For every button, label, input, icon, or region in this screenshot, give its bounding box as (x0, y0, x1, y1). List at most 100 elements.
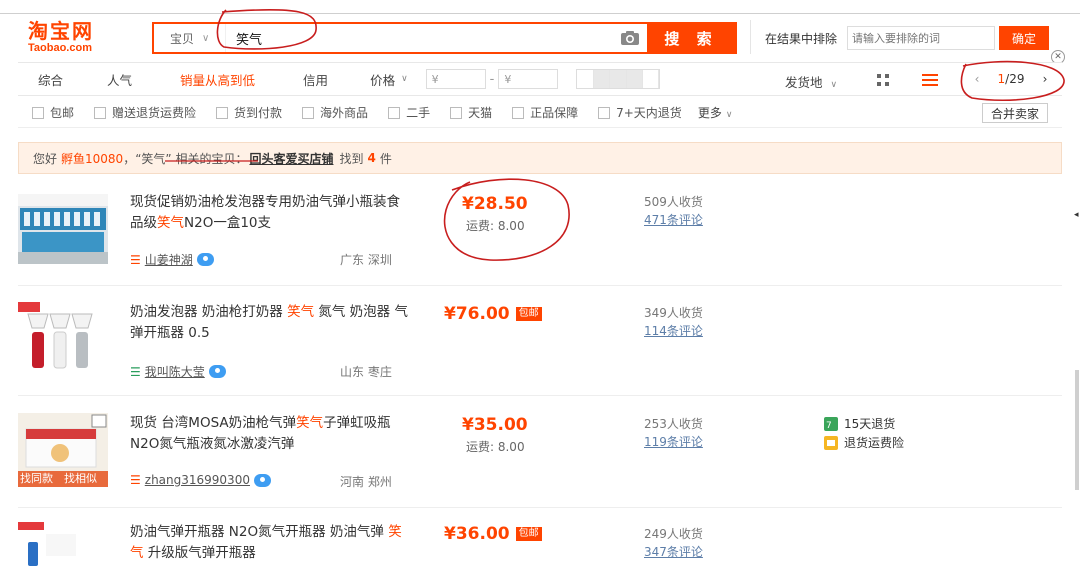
sort-price-label: 价格 (370, 72, 396, 88)
ship-from-select[interactable]: 发货地 ∨ (785, 72, 837, 91)
checkbox[interactable] (32, 106, 44, 119)
price-distribution-bar[interactable] (576, 69, 661, 89)
search-type-label: 宝贝 (170, 31, 195, 46)
filter-return-insurance[interactable]: 赠送退货运费险 (94, 104, 196, 121)
menu-icon: ☰ (130, 473, 141, 487)
comment-link[interactable]: 471条评论 (644, 211, 703, 228)
merge-sellers-button[interactable]: 合并卖家 (982, 103, 1048, 123)
camera-icon[interactable] (613, 24, 647, 52)
wangwang-icon[interactable] (253, 473, 271, 487)
chevron-right-icon[interactable]: › (1036, 72, 1054, 86)
service-label: 15天退货 (844, 417, 896, 431)
product-location: 广东 深圳 (340, 253, 392, 267)
shop-link[interactable]: ☰ 我叫陈大莹 (130, 363, 226, 380)
product-title[interactable]: 现货 台湾MOSA奶油枪气弹笑气子弹虹吸瓶N2O氮气瓶液氮冰激凌汽弹 (130, 413, 410, 455)
checkbox[interactable] (450, 106, 463, 119)
product-image[interactable] (18, 194, 108, 264)
price-min-input[interactable]: ¥ (425, 69, 486, 89)
product-image[interactable] (18, 302, 108, 372)
checkbox[interactable] (94, 106, 107, 119)
filter-second-hand[interactable]: 二手 (388, 104, 430, 121)
chevron-left-icon[interactable]: ‹ (968, 72, 986, 86)
product-image[interactable] (18, 522, 78, 566)
ship-from-label: 发货地 (785, 75, 823, 90)
logo-text-en: Taobao.com (28, 42, 92, 54)
product-row: 找同款 找相似 现货 台湾MOSA奶油枪气弹笑气子弹虹吸瓶N2O氮气瓶液氮冰激凌… (18, 396, 1062, 508)
shop-link[interactable]: ☰ 山姜神湖 (130, 251, 214, 268)
menu-icon: ☰ (130, 252, 141, 267)
sort-credit[interactable]: 信用 (279, 63, 352, 95)
shipping-fee: 运费: 8.00 (466, 440, 525, 454)
side-expand-icon[interactable]: ◂ (1074, 210, 1079, 220)
filter-overseas[interactable]: 海外商品 (302, 104, 368, 121)
sort-popularity[interactable]: 人气 (83, 63, 156, 95)
checkbox[interactable] (512, 106, 525, 119)
product-price: ¥28.50 (462, 194, 528, 214)
comment-link[interactable]: 347条评论 (644, 543, 703, 560)
sort-sales-desc[interactable]: 销量从高到低 (156, 63, 279, 95)
free-shipping-badge: 包邮 (515, 307, 542, 321)
shop-name[interactable]: 我叫陈大莹 (145, 363, 205, 380)
exclude-input[interactable] (847, 26, 995, 50)
filter-label: 天猫 (468, 106, 493, 120)
chevron-down-icon: ∨ (725, 110, 733, 120)
sort-price[interactable]: 价格 ∨ (352, 63, 426, 95)
pager: ‹ 1/29 › (968, 66, 1054, 92)
product-title[interactable]: 现货促销奶油枪发泡器专用奶油气弹小瓶装食品级笑气N2O一盒10支 (130, 192, 410, 234)
product-row: 现货促销奶油枪发泡器专用奶油气弹小瓶装食品级笑气N2O一盒10支 ☰ 山姜神湖 … (18, 180, 1062, 286)
product-location: 河南 郑州 (340, 475, 392, 489)
price-value: ¥76.00 (444, 304, 510, 324)
page-scrollbar[interactable] (1075, 370, 1079, 490)
shop-name[interactable]: 山姜神湖 (145, 251, 193, 268)
grid-view-icon[interactable] (876, 73, 890, 87)
checkbox[interactable] (598, 106, 611, 119)
exclude-confirm-button[interactable]: 确定 (999, 26, 1049, 50)
free-shipping-badge: 包邮 (515, 527, 542, 541)
filter-tmall[interactable]: 天猫 (450, 104, 492, 121)
find-same-tag[interactable]: 找同款 (20, 471, 53, 487)
return-7day-icon: 7 (824, 416, 838, 431)
price-max-input[interactable]: ¥ (498, 69, 559, 89)
checkbox[interactable] (388, 106, 401, 119)
price-value: ¥36.00 (444, 524, 510, 544)
taobao-logo[interactable]: 淘宝网 Taobao.com (28, 20, 138, 56)
page-current: 1 (997, 72, 1006, 86)
find-similar-tag[interactable]: 找相似 (64, 471, 97, 487)
wangwang-icon[interactable] (208, 365, 226, 378)
search-input[interactable] (226, 24, 613, 52)
product-row: 奶油发泡器 奶油枪打奶器 笑气 氮气 奶泡器 气弹开瓶器 0.5 ☰ 我叫陈大莹… (18, 286, 1062, 396)
comment-link[interactable]: 114条评论 (644, 322, 703, 339)
sort-bar: 综合 人气 销量从高到低 信用 价格 ∨ ¥ - ¥ (18, 62, 1062, 96)
sort-overall[interactable]: 综合 (18, 63, 83, 95)
filter-cod[interactable]: 货到付款 (216, 104, 282, 121)
notice-user: 孵鱼10080 (61, 151, 124, 166)
wangwang-icon[interactable] (196, 253, 214, 266)
filter-free-shipping[interactable]: 包邮 (32, 104, 74, 121)
notice-unit: 件 (379, 151, 392, 166)
product-title[interactable]: 奶油气弹开瓶器 N2O氮气开瓶器 奶油气弹 笑气 升级版气弹开瓶器 (130, 522, 410, 564)
filter-more[interactable]: 更多 ∨ (698, 104, 733, 121)
filter-label: 正品保障 (530, 106, 579, 120)
list-view-icon[interactable] (922, 73, 938, 87)
logo-text-cn: 淘宝网 (28, 19, 94, 43)
chevron-down-icon: ∨ (830, 80, 838, 90)
page-indicator: 1/29 (998, 72, 1025, 86)
checkbox[interactable] (302, 106, 315, 119)
search-button[interactable]: 搜 索 (647, 24, 735, 52)
product-image[interactable]: 找同款 找相似 (18, 413, 108, 487)
filter-7day-return[interactable]: 7+天内退货 (598, 104, 682, 121)
result-notice: 您好 孵鱼10080 ，“笑气” 相关的宝贝： 回头客爱买店铺 找到 4 件 (18, 142, 1062, 174)
notice-count: 4 (367, 151, 376, 165)
notice-shop-link[interactable]: 回头客爱买店铺 (249, 150, 333, 167)
notice-prefix: 您好 (33, 151, 58, 166)
shop-name[interactable]: zhang316990300 (145, 473, 250, 487)
shop-link[interactable]: ☰ zhang316990300 (130, 473, 271, 487)
filter-label: 7+天内退货 (616, 106, 682, 120)
checkbox[interactable] (216, 106, 229, 119)
search-type-select[interactable]: 宝贝 ∨ (154, 24, 226, 52)
sales-count: 253人收货 (644, 417, 703, 431)
filter-genuine[interactable]: 正品保障 (512, 104, 578, 121)
notice-found: 找到 (339, 151, 364, 166)
product-title[interactable]: 奶油发泡器 奶油枪打奶器 笑气 氮气 奶泡器 气弹开瓶器 0.5 (130, 302, 410, 344)
comment-link[interactable]: 119条评论 (644, 433, 703, 450)
